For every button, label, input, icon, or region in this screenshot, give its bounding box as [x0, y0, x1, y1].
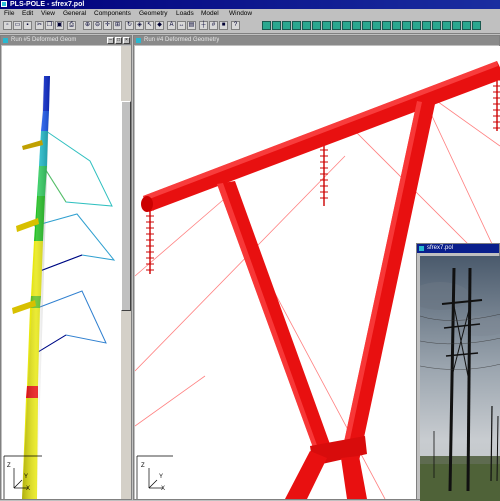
photo-window-titlebar[interactable]: sfrex7.pol — [417, 244, 499, 253]
view-side-icon[interactable] — [272, 21, 281, 30]
left-canvas[interactable]: Z Y X — [2, 46, 121, 499]
menu-bar: File Edit View General Components Geomet… — [0, 9, 500, 19]
view-rot-down-icon[interactable] — [342, 21, 351, 30]
menu-edit[interactable]: Edit — [22, 9, 33, 19]
view-iso-icon[interactable] — [292, 21, 301, 30]
photo-window-title: sfrex7.pol — [427, 245, 454, 251]
main-window-title: Run #4 Deformed Geometry — [144, 37, 220, 43]
print-icon[interactable]: ⎙ — [67, 21, 76, 30]
paste-icon[interactable]: ▣ — [55, 21, 64, 30]
view-deformed-icon[interactable] — [382, 21, 391, 30]
wire-icon[interactable]: ┼ — [199, 21, 208, 30]
axis-z-label: Z — [7, 463, 11, 469]
copy-icon[interactable]: ❐ — [45, 21, 54, 30]
crossarm — [141, 61, 500, 212]
axis-y-label: Y — [159, 474, 164, 480]
render-icon[interactable]: ◆ — [155, 21, 164, 30]
menu-file[interactable]: File — [4, 9, 14, 19]
view-front-icon[interactable] — [262, 21, 271, 30]
open-file-icon[interactable]: ▭ — [13, 21, 22, 30]
grid-icon[interactable]: # — [209, 21, 218, 30]
view-icon[interactable]: ◈ — [135, 21, 144, 30]
view-photo-icon[interactable] — [472, 21, 481, 30]
axis-x-label: X — [26, 486, 31, 492]
zoom-out-icon[interactable]: ⊖ — [93, 21, 102, 30]
minimize-button[interactable]: – — [107, 37, 114, 44]
pole — [22, 76, 50, 499]
view-wires-icon[interactable] — [442, 21, 451, 30]
left-vertical-scrollbar[interactable] — [121, 46, 131, 499]
left-pole-model — [3, 76, 116, 499]
cut-icon[interactable]: ✂ — [35, 21, 44, 30]
help-icon[interactable]: ? — [231, 21, 240, 30]
menu-components[interactable]: Components — [94, 9, 131, 19]
menu-loads[interactable]: Loads — [176, 9, 194, 19]
select-icon[interactable]: ↖ — [145, 21, 154, 30]
toolbar: ▫ ▭ ▪ ✂ ❐ ▣ ⎙ ⊕ ⊖ ✛ ⊞ ↻ ◈ ↖ ◆ A ↔ ▤ ┼ # … — [0, 19, 500, 34]
app-title-bar: PLS-POLE - sfrex7.pol — [0, 0, 500, 9]
view-labels-icon[interactable] — [452, 21, 461, 30]
pan-icon[interactable]: ✛ — [103, 21, 112, 30]
window-icon — [136, 38, 141, 43]
axis-z-label: Z — [141, 463, 145, 469]
view-stress-icon[interactable] — [412, 21, 421, 30]
view-loads-icon[interactable] — [402, 21, 411, 30]
left-window-title: Run #5 Deformed Geom — [11, 37, 77, 43]
view-top-icon[interactable] — [282, 21, 291, 30]
axis-x-label: X — [161, 486, 166, 492]
close-button[interactable]: × — [123, 37, 130, 44]
save-icon[interactable]: ▪ — [23, 21, 32, 30]
axis-y-label: Y — [24, 474, 29, 480]
app-icon — [1, 1, 7, 7]
view-3d-icon[interactable] — [302, 21, 311, 30]
photo-image — [420, 256, 500, 501]
view-insulators-icon[interactable] — [432, 21, 441, 30]
text-icon[interactable]: A — [167, 21, 176, 30]
view-undeformed-icon[interactable] — [392, 21, 401, 30]
label-icon[interactable]: ▤ — [187, 21, 196, 30]
view-axes-icon[interactable] — [462, 21, 471, 30]
measure-icon[interactable]: ↔ — [177, 21, 186, 30]
menu-geometry[interactable]: Geometry — [139, 9, 168, 19]
left-window-titlebar[interactable]: Run #5 Deformed Geom – □ × — [1, 36, 131, 45]
view-rot-left-icon[interactable] — [312, 21, 321, 30]
new-file-icon[interactable]: ▫ — [3, 21, 12, 30]
left-view-window[interactable]: Run #5 Deformed Geom – □ × Z Y X — [0, 35, 132, 500]
window-icon — [419, 246, 424, 251]
solid-icon[interactable]: ■ — [219, 21, 228, 30]
view-reset-icon[interactable] — [352, 21, 361, 30]
window-icon — [3, 38, 8, 43]
transmission-pole-photo — [420, 256, 500, 501]
view-rot-right-icon[interactable] — [322, 21, 331, 30]
photo-window[interactable]: sfrex7.pol — [416, 243, 500, 501]
fit-icon[interactable]: ⊞ — [113, 21, 122, 30]
scrollbar-thumb[interactable] — [121, 101, 131, 311]
view-guys-icon[interactable] — [422, 21, 431, 30]
view-persp-icon[interactable] — [362, 21, 371, 30]
zoom-in-icon[interactable]: ⊕ — [83, 21, 92, 30]
menu-window[interactable]: Window — [229, 9, 252, 19]
menu-general[interactable]: General — [63, 9, 86, 19]
main-window-titlebar[interactable]: Run #4 Deformed Geometry — [134, 36, 499, 45]
app-title: PLS-POLE - sfrex7.pol — [10, 1, 85, 8]
maximize-button[interactable]: □ — [115, 37, 122, 44]
menu-view[interactable]: View — [41, 9, 55, 19]
view-rot-up-icon[interactable] — [332, 21, 341, 30]
view-ortho-icon[interactable] — [372, 21, 381, 30]
menu-model[interactable]: Model — [201, 9, 219, 19]
rotate-icon[interactable]: ↻ — [125, 21, 134, 30]
